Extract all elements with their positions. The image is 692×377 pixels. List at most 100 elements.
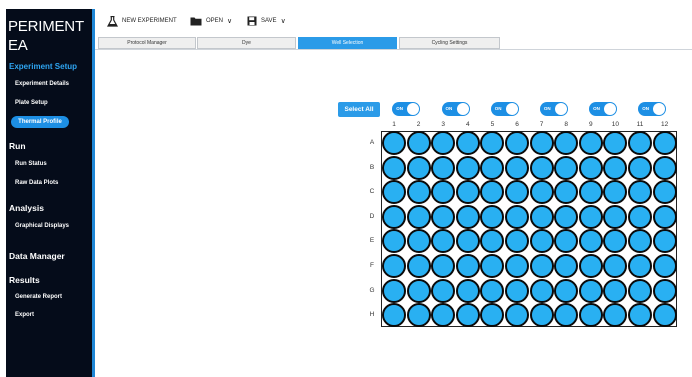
nav-export[interactable]: Export bbox=[15, 312, 34, 318]
well-F7[interactable] bbox=[529, 254, 554, 278]
well-A12[interactable] bbox=[652, 131, 677, 155]
well-B8[interactable] bbox=[554, 155, 579, 180]
section-run[interactable]: Run bbox=[9, 141, 26, 151]
well-G6[interactable] bbox=[505, 278, 529, 303]
row-label-H[interactable]: H bbox=[367, 311, 377, 318]
row-label-D[interactable]: D bbox=[367, 213, 377, 220]
toggle-columns-3-4[interactable]: ON bbox=[441, 102, 470, 116]
well-H8[interactable] bbox=[554, 303, 579, 328]
well-E10[interactable] bbox=[603, 229, 628, 254]
well-C8[interactable] bbox=[554, 180, 579, 205]
well-H2[interactable] bbox=[406, 303, 431, 328]
well-B2[interactable] bbox=[406, 155, 431, 180]
well-F11[interactable] bbox=[628, 254, 652, 278]
well-E3[interactable] bbox=[431, 229, 456, 254]
well-D7[interactable] bbox=[529, 204, 554, 229]
select-all-button[interactable]: Select All bbox=[338, 102, 380, 117]
row-label-E[interactable]: E bbox=[367, 237, 377, 244]
toggle-columns-9-10[interactable]: ON bbox=[589, 102, 618, 116]
well-A10[interactable] bbox=[603, 131, 628, 155]
well-C5[interactable] bbox=[480, 180, 505, 205]
column-label-2[interactable]: 2 bbox=[406, 121, 431, 128]
well-E6[interactable] bbox=[505, 229, 529, 254]
well-H4[interactable] bbox=[455, 303, 480, 328]
well-C12[interactable] bbox=[652, 180, 677, 205]
row-label-G[interactable]: G bbox=[367, 287, 377, 294]
row-label-A[interactable]: A bbox=[367, 139, 377, 146]
nav-thermal-profile[interactable]: Thermal Profile bbox=[11, 116, 69, 128]
section-data-manager[interactable]: Data Manager bbox=[9, 251, 65, 261]
well-D6[interactable] bbox=[505, 204, 529, 229]
column-label-7[interactable]: 7 bbox=[529, 121, 554, 128]
well-H12[interactable] bbox=[652, 303, 677, 328]
well-D9[interactable] bbox=[578, 204, 603, 229]
well-E9[interactable] bbox=[578, 229, 603, 254]
well-D4[interactable] bbox=[455, 204, 480, 229]
well-G4[interactable] bbox=[455, 278, 480, 303]
nav-plate-setup[interactable]: Plate Setup bbox=[15, 100, 48, 106]
column-label-8[interactable]: 8 bbox=[554, 121, 579, 128]
well-D3[interactable] bbox=[431, 204, 456, 229]
well-G12[interactable] bbox=[652, 278, 677, 303]
well-C2[interactable] bbox=[406, 180, 431, 205]
toggle-columns-7-8[interactable]: ON bbox=[539, 102, 568, 116]
column-label-10[interactable]: 10 bbox=[603, 121, 628, 128]
well-D12[interactable] bbox=[652, 204, 677, 229]
well-B1[interactable] bbox=[382, 155, 406, 180]
toggle-columns-1-2[interactable]: ON bbox=[392, 102, 421, 116]
well-H7[interactable] bbox=[529, 303, 554, 328]
row-label-B[interactable]: B bbox=[367, 164, 377, 171]
well-F5[interactable] bbox=[480, 254, 505, 278]
column-label-1[interactable]: 1 bbox=[382, 121, 407, 128]
well-B5[interactable] bbox=[480, 155, 505, 180]
well-A7[interactable] bbox=[529, 131, 554, 155]
column-label-12[interactable]: 12 bbox=[652, 121, 677, 128]
well-G7[interactable] bbox=[529, 278, 554, 303]
save-chevron-down-icon[interactable]: ∨ bbox=[281, 18, 286, 25]
well-E12[interactable] bbox=[652, 229, 677, 254]
well-F1[interactable] bbox=[382, 254, 406, 278]
well-F10[interactable] bbox=[603, 254, 628, 278]
column-label-11[interactable]: 11 bbox=[628, 121, 653, 128]
well-G3[interactable] bbox=[431, 278, 456, 303]
well-H3[interactable] bbox=[431, 303, 456, 328]
well-F2[interactable] bbox=[406, 254, 431, 278]
well-G9[interactable] bbox=[578, 278, 603, 303]
toggle-columns-5-6[interactable]: ON bbox=[490, 102, 519, 116]
nav-generate-report[interactable]: Generate Report bbox=[15, 294, 62, 300]
column-label-9[interactable]: 9 bbox=[578, 121, 603, 128]
well-H6[interactable] bbox=[505, 303, 529, 328]
well-F9[interactable] bbox=[578, 254, 603, 278]
well-B11[interactable] bbox=[628, 155, 652, 180]
well-A1[interactable] bbox=[382, 131, 406, 155]
tab-protocol-manager[interactable]: Protocol Manager bbox=[98, 37, 196, 49]
well-C4[interactable] bbox=[455, 180, 480, 205]
well-F8[interactable] bbox=[554, 254, 579, 278]
well-C3[interactable] bbox=[431, 180, 456, 205]
row-label-F[interactable]: F bbox=[367, 262, 377, 269]
well-G1[interactable] bbox=[382, 278, 406, 303]
well-G8[interactable] bbox=[554, 278, 579, 303]
tab-well-selection[interactable]: Well Selection bbox=[298, 37, 397, 49]
well-C6[interactable] bbox=[505, 180, 529, 205]
column-label-5[interactable]: 5 bbox=[480, 121, 505, 128]
well-D10[interactable] bbox=[603, 204, 628, 229]
well-E5[interactable] bbox=[480, 229, 505, 254]
well-E4[interactable] bbox=[455, 229, 480, 254]
well-F12[interactable] bbox=[652, 254, 677, 278]
open-button[interactable]: OPEN ∨ bbox=[190, 15, 232, 27]
well-G10[interactable] bbox=[603, 278, 628, 303]
well-A4[interactable] bbox=[455, 131, 480, 155]
well-B7[interactable] bbox=[529, 155, 554, 180]
well-D8[interactable] bbox=[554, 204, 579, 229]
well-A8[interactable] bbox=[554, 131, 579, 155]
new-experiment-button[interactable]: NEW EXPERIMENT bbox=[107, 15, 177, 27]
well-H9[interactable] bbox=[578, 303, 603, 328]
well-A5[interactable] bbox=[480, 131, 505, 155]
well-A11[interactable] bbox=[628, 131, 652, 155]
row-label-C[interactable]: C bbox=[367, 188, 377, 195]
tab-cycling-settings[interactable]: Cycling Settings bbox=[399, 37, 500, 49]
column-label-3[interactable]: 3 bbox=[431, 121, 456, 128]
well-H11[interactable] bbox=[628, 303, 652, 328]
tab-dye[interactable]: Dye bbox=[197, 37, 296, 49]
